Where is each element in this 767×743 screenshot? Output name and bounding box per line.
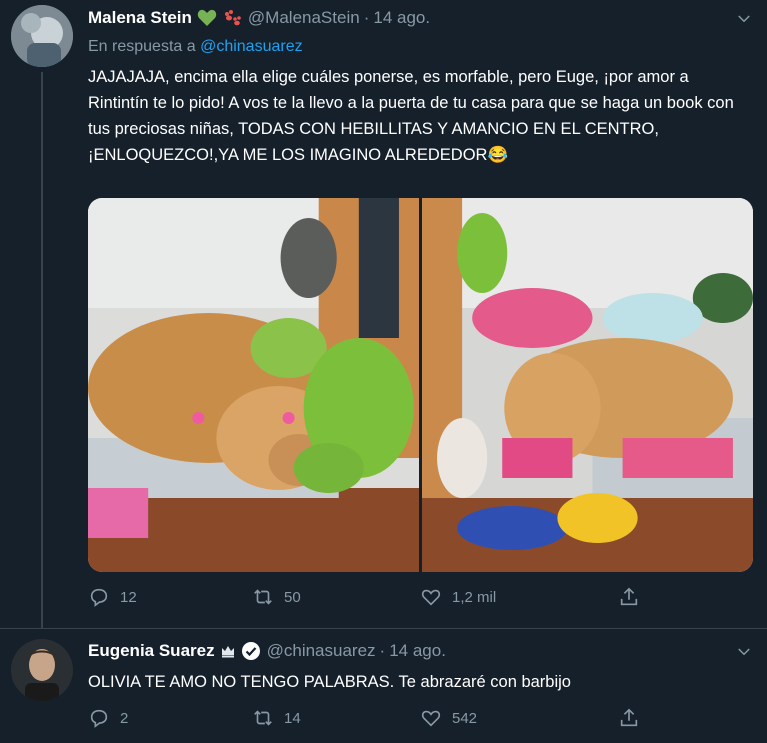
tweet-header: Malena Stein @MalenaStein · 14 ago. [88,8,430,28]
retweet-button[interactable]: 50 [252,586,301,608]
tweet-date[interactable]: 14 ago. [373,8,430,28]
user-handle[interactable]: @MalenaStein [248,8,360,28]
tweet-text: JAJAJAJA, encima ella elige cuáles poner… [88,68,734,164]
tweet-actions: 12 50 1,2 mil [88,586,648,612]
verified-badge-icon [241,641,261,661]
tweet-header: Eugenia Suarez @chinasuarez · 14 ago. [88,641,446,661]
tweet-actions: 2 14 542 [88,707,648,733]
tweet[interactable]: Eugenia Suarez @chinasuarez · 14 ago. OL… [0,628,767,743]
reply-prefix: En respuesta a [88,38,196,55]
reply-context: En respuesta a @chinasuarez [88,38,303,56]
share-icon [620,708,638,727]
share-button[interactable] [618,586,650,608]
tweet-text: OLIVIA TE AMO NO TENGO PALABRAS. Te abra… [88,673,571,691]
green-heart-icon [197,9,217,27]
photo-left[interactable] [88,198,419,572]
avatar[interactable] [11,5,73,67]
heart-icon [421,589,441,606]
reply-button[interactable]: 2 [88,707,128,729]
separator-dot: · [379,641,386,660]
tweet[interactable]: Malena Stein @MalenaStein · 14 ago. En r… [0,0,767,628]
chevron-down-icon[interactable] [735,10,753,28]
media-grid [88,198,753,572]
heart-icon [421,710,441,727]
paw-prints-icon [222,9,242,27]
retweet-count: 14 [284,709,301,727]
reply-icon [90,588,108,607]
display-name[interactable]: Malena Stein [88,8,192,28]
reply-button[interactable]: 12 [88,586,137,608]
reply-mention-link[interactable]: @chinasuarez [200,38,303,55]
thread-line [41,72,43,628]
share-icon [620,587,638,606]
share-button[interactable] [618,707,650,729]
photo-right[interactable] [422,198,753,572]
avatar[interactable] [11,639,73,701]
like-button[interactable]: 1,2 mil [420,586,496,608]
retweet-icon [254,589,272,605]
tweet-date[interactable]: 14 ago. [389,641,446,661]
separator-dot: · [363,8,370,27]
retweet-count: 50 [284,588,301,606]
like-button[interactable]: 542 [420,707,477,729]
like-count: 1,2 mil [452,588,497,606]
user-handle[interactable]: @chinasuarez [267,641,376,661]
display-name[interactable]: Eugenia Suarez [88,641,215,661]
chevron-down-icon[interactable] [735,643,753,661]
reply-count: 12 [120,588,137,606]
crown-icon [220,643,236,659]
reply-icon [90,709,108,728]
retweet-button[interactable]: 14 [252,707,301,729]
reply-count: 2 [120,709,129,727]
retweet-icon [254,710,272,726]
like-count: 542 [452,709,478,727]
